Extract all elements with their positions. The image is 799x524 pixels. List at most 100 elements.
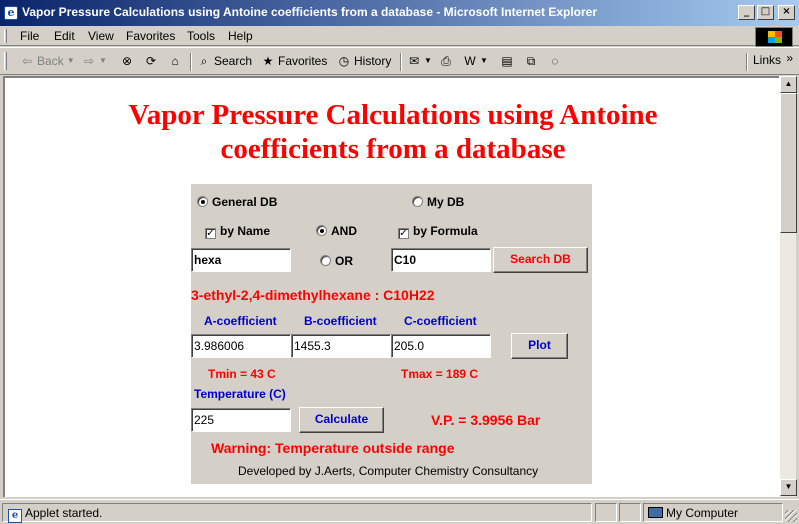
temperature-warning: Warning: Temperature outside range (211, 440, 455, 456)
word-edit-icon: W (464, 54, 476, 68)
and-label: AND (331, 224, 357, 238)
menubar: File Edit View Favorites Tools Help (0, 26, 799, 46)
checkmark-icon: ✓ (205, 228, 216, 239)
status-cell-progress (595, 503, 617, 522)
links-chevron-icon[interactable]: » (786, 51, 793, 65)
plot-button[interactable]: Plot (511, 333, 568, 359)
home-button[interactable]: ⌂ (168, 54, 182, 68)
vertical-scrollbar[interactable]: ▲ ▼ (779, 76, 797, 497)
history-label: History (354, 54, 392, 68)
b-coefficient-field[interactable]: 1455.3 (291, 334, 391, 358)
by-name-checkbox[interactable]: ✓ by Name (205, 224, 270, 239)
resize-grip-icon[interactable] (785, 510, 797, 522)
radio-unselected-icon (412, 196, 423, 207)
my-db-radio[interactable]: My DB (412, 195, 464, 209)
ie-page-icon: e (4, 6, 18, 20)
favorites-label: Favorites (278, 54, 328, 68)
statusbar: e Applet started. My Computer (0, 499, 799, 524)
windows-flag-icon (768, 31, 782, 43)
forward-dropdown-icon[interactable]: ▼ (99, 54, 107, 68)
zone-text: My Computer (666, 506, 739, 520)
edit-button[interactable]: W ▼ (463, 54, 488, 68)
b-coefficient-header: B-coefficient (304, 314, 377, 328)
search-icon: ⌕ (200, 54, 208, 68)
discuss-icon: ▤ (501, 54, 513, 68)
favorites-button[interactable]: ★ Favorites (261, 54, 328, 68)
tmax-label: Tmax = 189 C (401, 367, 479, 381)
menubar-grip[interactable] (4, 29, 7, 43)
toolbar-separator (190, 53, 192, 71)
minimize-button[interactable]: _ (738, 5, 755, 20)
or-label: OR (335, 254, 353, 268)
radio-selected-icon (316, 225, 327, 236)
vapor-pressure-applet: General DB My DB ✓ by Name AND ✓ by Formul… (191, 184, 592, 484)
status-cell-lock (619, 503, 641, 522)
back-label: Back (37, 54, 64, 68)
search-db-button[interactable]: Search DB (493, 247, 588, 273)
home-icon: ⌂ (171, 54, 179, 68)
menu-file[interactable]: File (20, 29, 39, 43)
window-controls: _ □ × (738, 5, 795, 20)
my-computer-icon (648, 507, 663, 518)
formula-search-input[interactable]: C10 (391, 248, 491, 272)
mail-icon: ✉ (408, 54, 420, 68)
stop-button[interactable]: ⊗ (120, 54, 134, 68)
refresh-icon: ⟳ (145, 54, 157, 68)
temperature-input[interactable]: 225 (191, 408, 291, 432)
menu-edit[interactable]: Edit (54, 29, 75, 43)
name-search-input[interactable]: hexa (191, 248, 291, 272)
search-label: Search (214, 54, 253, 68)
and-radio[interactable]: AND (316, 224, 357, 238)
c-coefficient-field[interactable]: 205.0 (391, 334, 491, 358)
a-coefficient-field[interactable]: 3.986006 (191, 334, 291, 358)
credit-text: Developed by J.Aerts, Computer Chemistry… (238, 464, 539, 478)
general-db-radio[interactable]: General DB (197, 195, 277, 209)
favorites-icon: ★ (262, 54, 274, 68)
mail-dropdown-icon[interactable]: ▼ (424, 54, 432, 68)
menu-favorites[interactable]: Favorites (126, 29, 175, 43)
research-button[interactable]: ◌ (548, 54, 562, 68)
scroll-thumb[interactable] (780, 93, 797, 233)
calculate-button[interactable]: Calculate (299, 407, 384, 433)
forward-button[interactable]: ⇨ ▼ (82, 54, 107, 68)
scroll-up-icon[interactable]: ▲ (780, 76, 797, 93)
radio-selected-icon (197, 196, 208, 207)
toolbar-grip[interactable] (4, 52, 7, 70)
by-name-label: by Name (220, 224, 271, 238)
back-dropdown-icon[interactable]: ▼ (67, 54, 75, 68)
standard-toolbar: ⇦ Back ▼ ⇨ ▼ ⊗ ⟳ ⌂ ⌕ Search ★ Favorites … (0, 47, 799, 75)
forward-arrow-icon: ⇨ (83, 54, 95, 68)
discuss-button[interactable]: ▤ (500, 54, 514, 68)
close-button[interactable]: × (778, 5, 795, 20)
status-panel: e Applet started. (2, 503, 592, 523)
status-text: Applet started. (25, 506, 103, 520)
window-title: Vapor Pressure Calculations using Antoin… (22, 5, 598, 19)
print-button[interactable]: ⎙ (439, 54, 453, 68)
menu-help[interactable]: Help (228, 29, 253, 43)
menu-tools[interactable]: Tools (187, 29, 215, 43)
messenger-button[interactable]: ⧉ (524, 54, 538, 68)
history-button[interactable]: ◷ History (337, 54, 392, 68)
refresh-button[interactable]: ⟳ (144, 54, 158, 68)
radio-unselected-icon (320, 255, 331, 266)
window-titlebar[interactable]: e Vapor Pressure Calculations using Anto… (0, 0, 799, 26)
checkmark-icon: ✓ (398, 228, 409, 239)
mail-button[interactable]: ✉ ▼ (407, 54, 432, 68)
tmin-label: Tmin = 43 C (208, 367, 276, 381)
search-button[interactable]: ⌕ Search (197, 54, 252, 68)
or-radio[interactable]: OR (320, 254, 353, 268)
toolbar-separator (746, 53, 748, 71)
research-icon: ◌ (551, 54, 559, 68)
maximize-button[interactable]: □ (757, 5, 774, 20)
ie-page-icon: e (8, 509, 22, 523)
by-formula-label: by Formula (413, 224, 478, 238)
menu-view[interactable]: View (88, 29, 114, 43)
stop-icon: ⊗ (121, 54, 133, 68)
scroll-down-icon[interactable]: ▼ (780, 479, 797, 496)
page-title-line2: coefficients from a database (220, 133, 566, 165)
toolbar-separator (400, 53, 402, 71)
links-toolbar[interactable]: Links (753, 53, 781, 67)
edit-dropdown-icon[interactable]: ▼ (480, 54, 488, 68)
by-formula-checkbox[interactable]: ✓ by Formula (398, 224, 478, 239)
back-button[interactable]: ⇦ Back ▼ (20, 54, 75, 68)
